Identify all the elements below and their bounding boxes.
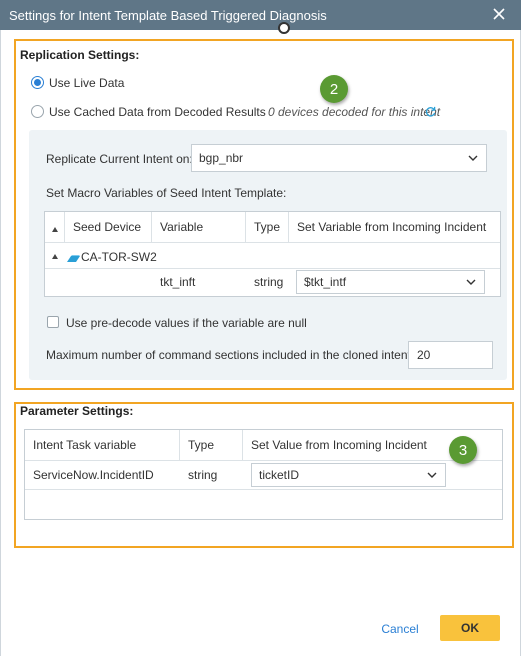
use-live-data-label: Use Live Data	[49, 76, 125, 90]
max-sections-value: 20	[417, 348, 431, 362]
chevron-down-icon	[468, 155, 478, 161]
cancel-button[interactable]: Cancel	[376, 618, 424, 640]
column-header-variable: Variable	[160, 220, 204, 234]
column-header-task-variable: Intent Task variable	[33, 438, 137, 452]
step-badge-3: 3	[449, 436, 477, 464]
replicate-intent-value: bgp_nbr	[199, 151, 244, 165]
dialog-title: Settings for Intent Template Based Trigg…	[9, 7, 327, 23]
parameter-table: Intent Task variable Type Set Value from…	[24, 429, 503, 520]
replication-settings-title: Replication Settings:	[20, 48, 140, 62]
step-badge-2: 2	[320, 75, 348, 103]
expand-device-icon[interactable]	[52, 254, 58, 259]
ok-button[interactable]: OK	[440, 615, 500, 641]
column-header-type: Type	[254, 220, 281, 234]
switch-device-icon	[67, 255, 80, 262]
column-header-type: Type	[188, 438, 215, 452]
refresh-icon[interactable]	[425, 106, 436, 117]
dialog-titlebar: Settings for Intent Template Based Trigg…	[0, 0, 521, 30]
column-header-set-value: Set Value from Incoming Incident	[251, 438, 427, 452]
collapse-all-icon[interactable]	[52, 227, 58, 232]
chevron-down-icon	[427, 472, 437, 478]
use-live-data-radio[interactable]	[31, 76, 44, 89]
predecode-checkbox[interactable]	[47, 316, 59, 328]
parameter-value: ticketID	[259, 468, 300, 482]
macro-variables-table: Seed Device Variable Type Set Variable f…	[44, 211, 501, 297]
use-cached-data-radio[interactable]	[31, 105, 44, 118]
replicate-intent-label: Replicate Current Intent on:	[46, 152, 193, 166]
max-sections-label: Maximum number of command sections inclu…	[46, 348, 415, 362]
parameter-settings-title: Parameter Settings:	[20, 404, 134, 418]
macro-variable-type: string	[254, 275, 284, 289]
macro-variable-value-select[interactable]: $tkt_intf	[296, 270, 485, 294]
macro-variable-name: tkt_inft	[160, 275, 196, 289]
macro-variable-value: $tkt_intf	[304, 275, 347, 289]
macro-variables-label: Set Macro Variables of Seed Intent Templ…	[46, 186, 287, 200]
chevron-down-icon	[466, 279, 476, 285]
column-header-seed-device: Seed Device	[73, 220, 142, 234]
parameter-variable-type: string	[188, 468, 218, 482]
seed-device-name: CA-TOR-SW2	[81, 250, 157, 264]
parameter-value-select[interactable]: ticketID	[251, 463, 446, 487]
replicate-intent-select[interactable]: bgp_nbr	[191, 144, 487, 172]
column-header-set-variable: Set Variable from Incoming Incident	[297, 220, 487, 234]
use-cached-data-label: Use Cached Data from Decoded Results	[49, 105, 266, 119]
max-sections-input[interactable]: 20	[408, 341, 493, 369]
drag-handle-icon[interactable]	[278, 22, 290, 34]
predecode-label: Use pre-decode values if the variable ar…	[66, 316, 307, 330]
devices-decoded-status: 0 devices decoded for this intent	[268, 105, 441, 119]
close-icon[interactable]	[491, 6, 507, 22]
parameter-variable-name: ServiceNow.IncidentID	[33, 468, 154, 482]
